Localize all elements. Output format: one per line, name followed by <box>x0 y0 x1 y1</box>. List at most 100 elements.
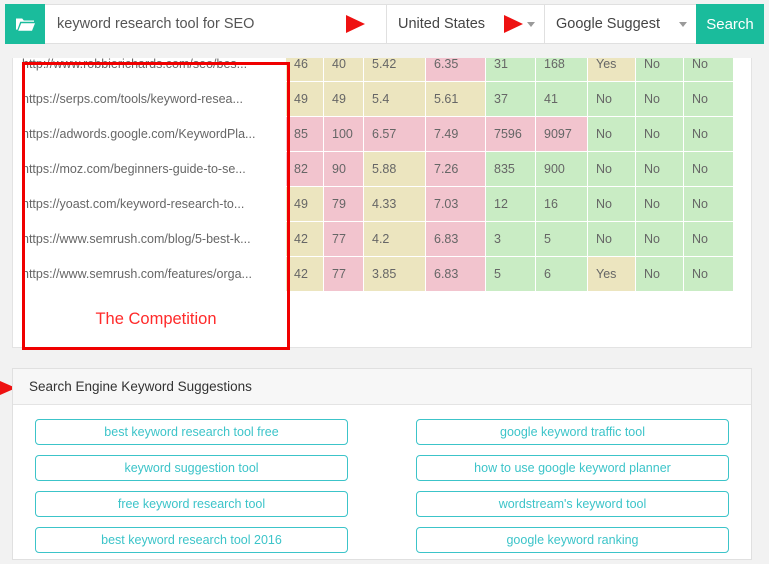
suggestion-button[interactable]: google keyword ranking <box>416 527 729 553</box>
metric-cell: No <box>587 186 636 222</box>
suggestion-button[interactable]: google keyword traffic tool <box>416 419 729 445</box>
suggestions-panel: Search Engine Keyword Suggestions best k… <box>12 368 752 560</box>
metric-cell: No <box>587 116 636 152</box>
metric-cell: 49 <box>285 186 324 222</box>
results-panel: http://www.robbierichards.com/seo/bes...… <box>12 58 752 348</box>
metric-cell: 3.85 <box>363 256 426 292</box>
metric-cell: 16 <box>535 186 588 222</box>
metric-cell: 5.61 <box>425 81 486 117</box>
metric-cell: 77 <box>323 256 364 292</box>
metric-cell: No <box>683 221 734 257</box>
metric-cell: 6.57 <box>363 116 426 152</box>
suggestions-title: Search Engine Keyword Suggestions <box>13 369 751 405</box>
metric-cell: No <box>683 186 734 222</box>
metric-cell: 12 <box>485 186 536 222</box>
metric-cell: No <box>683 58 734 82</box>
metric-cell: 6 <box>535 256 588 292</box>
result-url-link[interactable]: https://serps.com/tools/keyword-resea... <box>13 81 286 117</box>
metric-cell: 31 <box>485 58 536 82</box>
metric-cell: 5.4 <box>363 81 426 117</box>
metric-cell: Yes <box>587 256 636 292</box>
metric-cell: 49 <box>323 81 364 117</box>
table-row: https://www.semrush.com/features/orga...… <box>13 256 734 292</box>
red-arrow-icon <box>346 15 365 33</box>
suggestion-button[interactable]: free keyword research tool <box>35 491 348 517</box>
metric-cell: 5 <box>485 256 536 292</box>
table-row: https://adwords.google.com/KeywordPla...… <box>13 116 734 152</box>
suggestion-button[interactable]: wordstream's keyword tool <box>416 491 729 517</box>
table-row: http://www.robbierichards.com/seo/bes...… <box>13 58 734 82</box>
metric-cell: 6.83 <box>425 256 486 292</box>
metric-cell: 4.33 <box>363 186 426 222</box>
metric-cell: 7.49 <box>425 116 486 152</box>
country-select[interactable]: United States <box>386 4 498 44</box>
search-button[interactable]: Search <box>696 4 764 44</box>
result-url-link[interactable]: https://www.semrush.com/features/orga... <box>13 256 286 292</box>
result-url-link[interactable]: https://yoast.com/keyword-research-to... <box>13 186 286 222</box>
metric-cell: No <box>683 81 734 117</box>
metric-cell: 77 <box>323 221 364 257</box>
result-url-link[interactable]: http://www.robbierichards.com/seo/bes... <box>13 58 286 82</box>
metric-cell: 7.26 <box>425 151 486 187</box>
metric-cell: 168 <box>535 58 588 82</box>
metric-cell: 5.88 <box>363 151 426 187</box>
metric-cell: No <box>635 186 684 222</box>
metric-cell: No <box>635 221 684 257</box>
metric-cell: 5.42 <box>363 58 426 82</box>
metric-cell: No <box>635 81 684 117</box>
metric-cell: 85 <box>285 116 324 152</box>
table-row: https://yoast.com/keyword-research-to...… <box>13 186 734 222</box>
metric-cell: 40 <box>323 58 364 82</box>
annotation-arrow-engine-container <box>498 4 544 44</box>
suggestion-button[interactable]: how to use google keyword planner <box>416 455 729 481</box>
chevron-down-icon <box>527 22 535 27</box>
metric-cell: No <box>587 151 636 187</box>
metric-cell: 7.03 <box>425 186 486 222</box>
table-row: https://moz.com/beginners-guide-to-se...… <box>13 151 734 187</box>
metric-cell: 835 <box>485 151 536 187</box>
metric-cell: 900 <box>535 151 588 187</box>
table-row: https://www.semrush.com/blog/5-best-k...… <box>13 221 734 257</box>
metric-cell: 41 <box>535 81 588 117</box>
result-url-link[interactable]: https://www.semrush.com/blog/5-best-k... <box>13 221 286 257</box>
engine-select-value: Google Suggest <box>556 16 660 32</box>
metric-cell: No <box>587 221 636 257</box>
metric-cell: 37 <box>485 81 536 117</box>
chevron-down-icon <box>679 22 687 27</box>
suggestion-button[interactable]: keyword suggestion tool <box>35 455 348 481</box>
metric-cell: 4.2 <box>363 221 426 257</box>
metric-cell: 42 <box>285 256 324 292</box>
suggestion-button[interactable]: best keyword research tool 2016 <box>35 527 348 553</box>
metric-cell: No <box>683 116 734 152</box>
annotation-arrow-keyword-container <box>340 4 386 44</box>
search-input[interactable] <box>45 4 340 44</box>
metric-cell: 6.35 <box>425 58 486 82</box>
metric-cell: No <box>635 58 684 82</box>
metric-cell: 9097 <box>535 116 588 152</box>
table-row: https://serps.com/tools/keyword-resea...… <box>13 81 734 117</box>
metric-cell: 100 <box>323 116 364 152</box>
metric-cell: No <box>635 116 684 152</box>
results-table: http://www.robbierichards.com/seo/bes...… <box>13 58 734 292</box>
metric-cell: No <box>635 151 684 187</box>
metric-cell: 49 <box>285 81 324 117</box>
metric-cell: No <box>635 256 684 292</box>
red-arrow-icon <box>504 15 523 33</box>
folder-icon-button[interactable] <box>5 4 45 44</box>
metric-cell: No <box>683 256 734 292</box>
suggestions-grid: best keyword research tool free google ke… <box>13 405 751 553</box>
metric-cell: No <box>683 151 734 187</box>
metric-cell: 79 <box>323 186 364 222</box>
metric-cell: 42 <box>285 221 324 257</box>
suggestion-button[interactable]: best keyword research tool free <box>35 419 348 445</box>
engine-select[interactable]: Google Suggest <box>544 4 696 44</box>
metric-cell: Yes <box>587 58 636 82</box>
search-bar: United States Google Suggest Search <box>5 4 764 44</box>
folder-icon <box>15 16 35 33</box>
result-url-link[interactable]: https://moz.com/beginners-guide-to-se... <box>13 151 286 187</box>
result-url-link[interactable]: https://adwords.google.com/KeywordPla... <box>13 116 286 152</box>
country-select-value: United States <box>398 16 486 32</box>
metric-cell: 90 <box>323 151 364 187</box>
metric-cell: 7596 <box>485 116 536 152</box>
metric-cell: 82 <box>285 151 324 187</box>
